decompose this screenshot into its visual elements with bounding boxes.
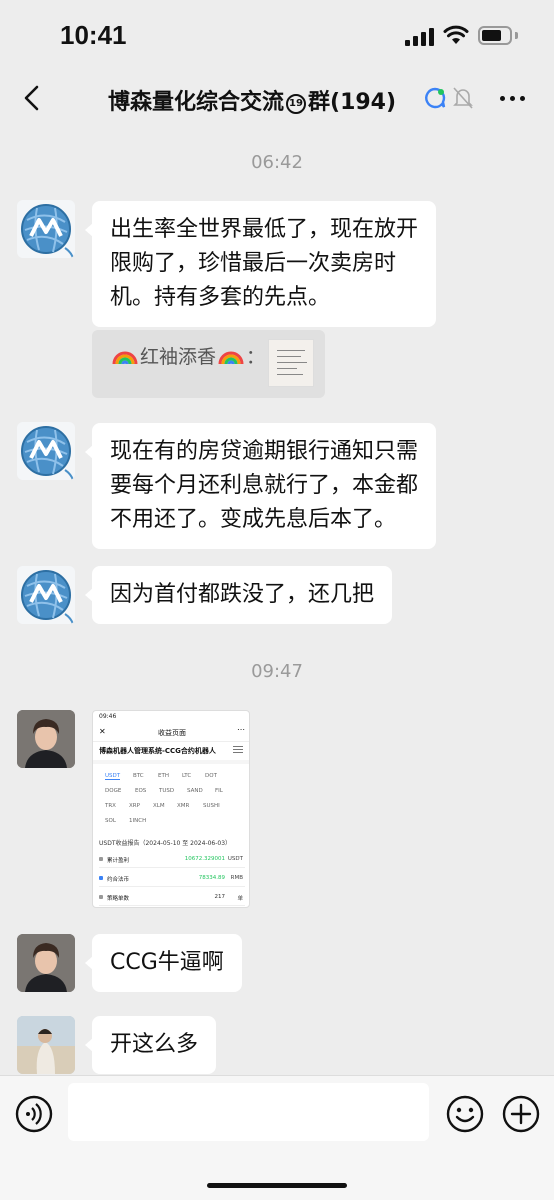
shot-tab: 1INCH (129, 818, 147, 824)
message-text-line: 限购了，珍惜最后一次卖房时 (110, 251, 397, 276)
battery-icon (478, 26, 512, 45)
message-bubble[interactable]: 出生率全世界最低了，现在放开 限购了，珍惜最后一次卖房时 机。持有多套的先点。 (84, 201, 437, 327)
message-bubble[interactable]: 开这么多 (84, 1016, 217, 1074)
shot-tab: TUSD (159, 788, 175, 794)
shot-stat-value: 78334.89 (198, 875, 225, 881)
shot-app-title: 博森机器人管理系统-CCG合约机器人 (99, 747, 216, 755)
mute-bell-icon (453, 87, 473, 109)
shot-stat-row: 约合法币 78334.89 RMB (99, 870, 245, 887)
beach-person-avatar[interactable] (17, 1016, 75, 1074)
more-options-icon[interactable] (500, 96, 528, 102)
shot-divider (93, 760, 249, 764)
chat-header: 博森量化综合交流 19 群(194) (0, 70, 554, 130)
group-number-badge: 19 (286, 94, 307, 114)
income-screenshot-image[interactable]: 09:46 ✕ 收益页面 ⋯ 博森机器人管理系统-CCG合约机器人 USDT B… (92, 710, 250, 908)
shot-report-period: USDT收益报告（2024-05-10 至 2024-06-03） (99, 840, 232, 847)
shot-stat-row: 累计盈利 10672.329001 USDT (99, 851, 245, 868)
shot-status-time: 09:46 (99, 713, 117, 720)
message-input-bar (0, 1075, 554, 1200)
shot-stat-label: 策略单数 (107, 896, 130, 902)
shot-tab: XLM (153, 803, 165, 809)
shot-tab: DOGE (105, 788, 122, 794)
shot-tab: LTC (182, 773, 192, 779)
cellular-signal-icon (405, 28, 435, 46)
plus-more-icon[interactable] (501, 1094, 541, 1134)
shot-tab: SOL (105, 818, 116, 824)
yarn-ball-avatar[interactable] (17, 422, 75, 480)
message-text-line: 不用还了。变成先息后本了。 (110, 507, 397, 532)
back-icon[interactable] (18, 82, 48, 114)
timestamp: 09:47 (251, 661, 303, 682)
message-text-line: 要每个月还利息就行了，本金都 (110, 473, 419, 498)
message-bubble[interactable]: 因为首付都跌没了，还几把 (84, 566, 393, 624)
shot-row-icon (99, 876, 103, 880)
shot-tab: SUSHI (203, 803, 220, 809)
shot-stat-unit: RMB (230, 875, 243, 881)
message-text-line: 开这么多 (110, 1032, 199, 1057)
emoji-icon[interactable] (445, 1094, 485, 1134)
shot-stat-value: 217 (214, 894, 226, 900)
shot-tab: XRP (129, 803, 140, 809)
shot-tab: TRX (105, 803, 116, 809)
shot-tab: USDT (105, 773, 121, 780)
shot-tab: EOS (135, 788, 147, 794)
wifi-icon (443, 25, 469, 44)
quoted-message[interactable]: 红袖添香 ： (92, 330, 325, 398)
message-input[interactable] (68, 1083, 429, 1141)
shot-more-icon: ⋯ (237, 725, 245, 734)
message-bubble[interactable]: CCG牛逼啊 (85, 934, 242, 992)
shot-title: 收益页面 (158, 729, 186, 737)
yarn-ball-avatar[interactable] (17, 200, 75, 258)
ai-chat-icon[interactable] (423, 86, 447, 110)
shot-tab: BTC (133, 773, 144, 779)
message-text-line: 现在有的房贷逾期银行通知只需 (110, 439, 419, 464)
message-bubble[interactable]: 现在有的房贷逾期银行通知只需 要每个月还利息就行了，本金都 不用还了。变成先息后… (84, 423, 437, 549)
quote-author-name: 红袖添香 (140, 346, 217, 368)
quote-author: 红袖添香 ： (110, 342, 265, 369)
shot-stat-row: 策略单数 217 单 (99, 889, 245, 906)
quote-separator: ： (246, 346, 266, 368)
shot-tab: SAND (187, 788, 203, 794)
group-name: 博森量化综合交流 (108, 90, 285, 115)
message-text-line: 出生率全世界最低了，现在放开 (110, 217, 419, 242)
status-bar: 10:41 (0, 0, 554, 70)
message-text-line: 因为首付都跌没了，还几把 (110, 582, 375, 607)
shot-tab: XMR (177, 803, 190, 809)
message-text-line: 机。持有多套的先点。 (110, 285, 331, 310)
shot-stat-value: 10672.329001 (184, 856, 225, 862)
message-text-line: CCG牛逼啊 (110, 950, 224, 975)
shot-stat-label: 累计盈利 (107, 858, 130, 864)
battery-level (482, 30, 501, 41)
shot-tab: FIL (215, 788, 223, 794)
yarn-ball-avatar[interactable] (17, 566, 75, 624)
chat-message-list[interactable]: 06:42 出生率全世界最低了，现在放开 限购了，珍惜最后一次卖房时 机。持有多… (0, 130, 554, 1075)
rainbow-emoji-icon (112, 351, 138, 364)
shot-tab: ETH (158, 773, 169, 779)
shot-stat-unit: 单 (237, 896, 243, 902)
battery-tip (515, 32, 518, 39)
young-man-avatar[interactable] (17, 710, 75, 768)
home-indicator (207, 1183, 347, 1188)
rainbow-emoji-icon (218, 351, 244, 364)
young-man-avatar[interactable] (17, 934, 75, 992)
shot-tab: DOT (205, 773, 217, 779)
shot-header: ✕ 收益页面 ⋯ (93, 724, 249, 742)
shot-stat-unit: USDT (227, 856, 243, 862)
status-time: 10:41 (60, 20, 127, 50)
timestamp: 06:42 (251, 152, 303, 173)
group-title[interactable]: 博森量化综合交流 19 群(194) (108, 84, 396, 116)
shot-row-icon (99, 857, 103, 861)
shot-list-icon (233, 746, 243, 754)
group-member-count: 群(194) (308, 90, 397, 115)
shot-stat-label: 约合法币 (107, 877, 130, 883)
shot-row-icon (99, 895, 103, 899)
quoted-image-thumbnail[interactable] (268, 339, 314, 387)
voice-input-icon[interactable] (14, 1094, 54, 1134)
